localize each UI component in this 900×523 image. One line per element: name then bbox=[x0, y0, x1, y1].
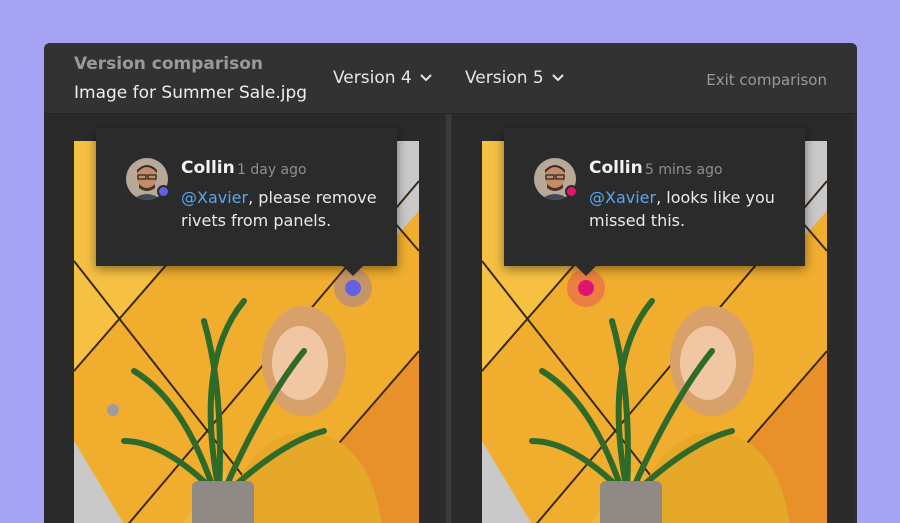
comment-popup: Collin 1 day ago @Xavier, please remove … bbox=[96, 128, 397, 276]
avatar[interactable] bbox=[534, 158, 578, 200]
section-title: Version comparison bbox=[74, 54, 264, 74]
left-version-dropdown[interactable]: Version 4 bbox=[333, 68, 432, 88]
comment-time: 1 day ago bbox=[237, 162, 307, 178]
avatar[interactable] bbox=[126, 158, 170, 200]
comment-pointer bbox=[576, 266, 596, 276]
left-version-label: Version 4 bbox=[333, 68, 412, 88]
right-version-pane: Collin 5 mins ago @Xavier, looks like yo… bbox=[452, 114, 853, 523]
file-name: Image for Summer Sale.jpg bbox=[74, 83, 308, 103]
comment-pointer bbox=[343, 266, 363, 276]
pane-divider[interactable] bbox=[446, 114, 451, 523]
right-version-label: Version 5 bbox=[465, 68, 544, 88]
comment-author: Collin bbox=[589, 158, 643, 178]
comment-author: Collin bbox=[181, 158, 235, 178]
status-dot bbox=[565, 185, 578, 198]
chevron-down-icon bbox=[420, 74, 432, 82]
exit-comparison-link[interactable]: Exit comparison bbox=[706, 71, 827, 89]
mention-link[interactable]: @Xavier bbox=[589, 188, 656, 207]
comparison-toolbar: Version comparison Image for Summer Sale… bbox=[44, 43, 857, 114]
right-version-dropdown[interactable]: Version 5 bbox=[465, 68, 564, 88]
comment-text: @Xavier, looks like you missed this. bbox=[589, 186, 789, 232]
left-version-pane: Collin 1 day ago @Xavier, please remove … bbox=[44, 114, 445, 523]
comment-time: 5 mins ago bbox=[645, 162, 723, 178]
comment-popup: Collin 5 mins ago @Xavier, looks like yo… bbox=[504, 128, 805, 276]
version-comparison-window: Version comparison Image for Summer Sale… bbox=[44, 43, 857, 523]
mention-link[interactable]: @Xavier bbox=[181, 188, 248, 207]
chevron-down-icon bbox=[552, 74, 564, 82]
status-dot bbox=[157, 185, 170, 198]
comment-text: @Xavier, please remove rivets from panel… bbox=[181, 186, 381, 232]
comment-pin-icon[interactable] bbox=[107, 404, 119, 416]
